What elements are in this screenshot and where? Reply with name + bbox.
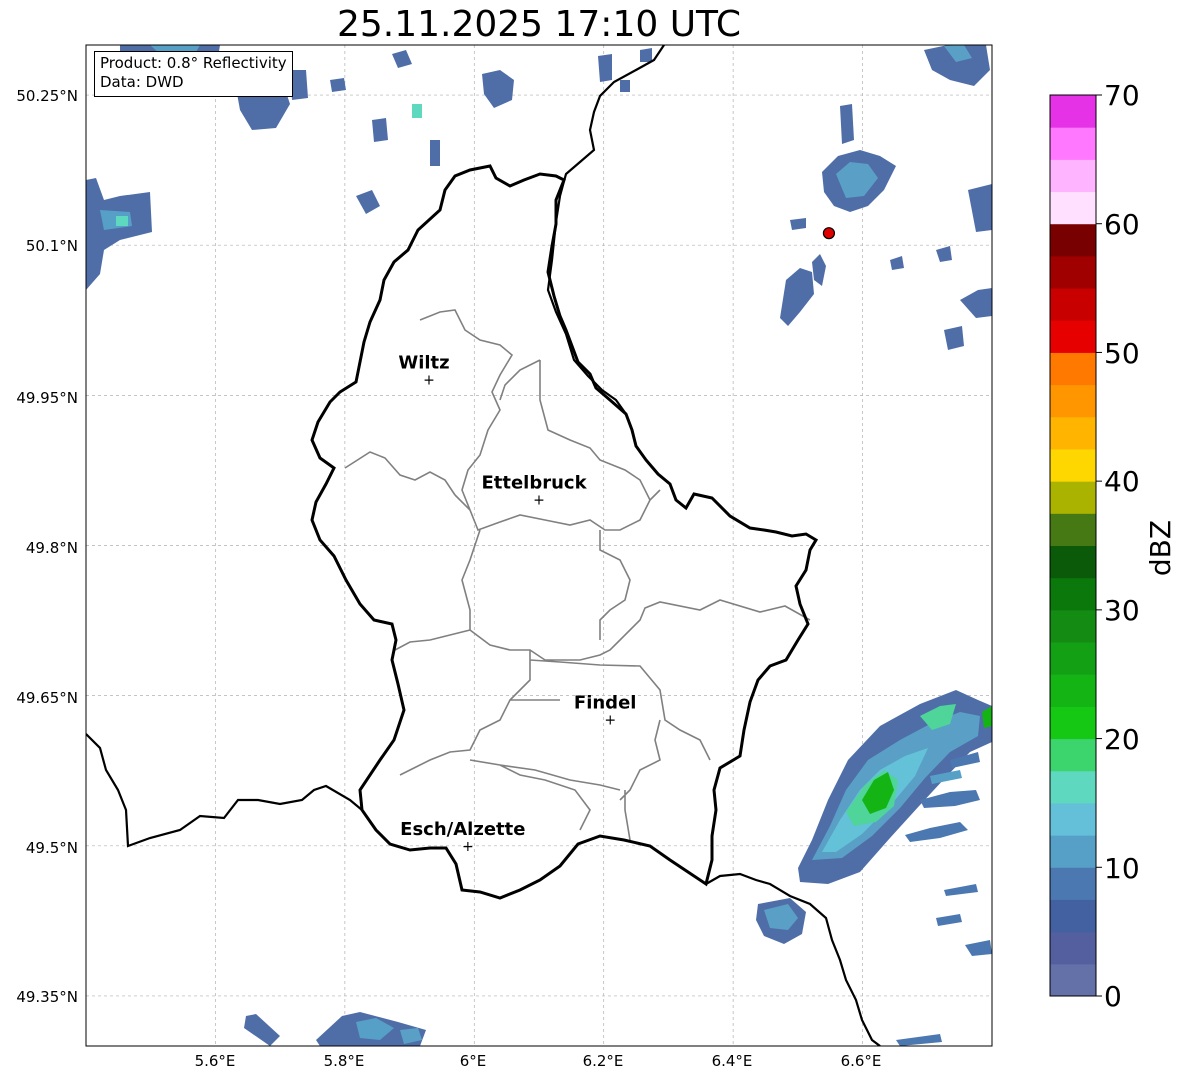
latitude-labels: 50.25°N 50.1°N 49.95°N 49.8°N 49.65°N 49… bbox=[16, 87, 78, 1006]
colorbar-swatch bbox=[1050, 127, 1096, 160]
colorbar-swatch bbox=[1050, 320, 1096, 353]
lon-label: 5.8°E bbox=[324, 1052, 365, 1070]
colorbar-swatch bbox=[1050, 223, 1096, 257]
colorbar-swatch bbox=[1050, 835, 1096, 868]
colorbar-swatch bbox=[1050, 609, 1096, 643]
colorbar-tick-label: 30 bbox=[1104, 594, 1140, 627]
colorbar-swatch bbox=[1050, 481, 1096, 514]
colorbar-tick-label: 70 bbox=[1104, 79, 1140, 112]
data-source-label: Data: DWD bbox=[100, 73, 184, 91]
colorbar-swatch bbox=[1050, 288, 1096, 321]
colorbar-swatch bbox=[1050, 384, 1096, 418]
colorbar-swatch bbox=[1050, 513, 1096, 546]
colorbar-tick-label: 60 bbox=[1104, 208, 1140, 241]
product-label: Product: 0.8° Reflectivity bbox=[100, 54, 287, 72]
colorbar-swatch bbox=[1050, 770, 1096, 804]
product-info-box: Product: 0.8° Reflectivity Data: DWD bbox=[94, 51, 293, 97]
colorbar-tick-label: 20 bbox=[1104, 723, 1140, 756]
colorbar-swatch bbox=[1050, 642, 1096, 675]
lat-label: 50.25°N bbox=[16, 87, 78, 105]
colorbar-swatch bbox=[1050, 95, 1096, 128]
city-marker-wiltz: + bbox=[423, 372, 435, 388]
colorbar-swatch bbox=[1050, 899, 1096, 933]
city-marker-ettelbruck: + bbox=[533, 492, 545, 508]
city-label-esch-alzette: Esch/Alzette bbox=[400, 819, 525, 840]
colorbar-swatch bbox=[1050, 674, 1096, 707]
colorbar-tick-label: 50 bbox=[1104, 337, 1140, 370]
colorbar-swatch bbox=[1050, 963, 1096, 997]
colorbar-title: dBZ bbox=[1144, 520, 1177, 576]
lon-label: 6°E bbox=[460, 1052, 487, 1070]
colorbar-swatch bbox=[1050, 577, 1096, 611]
city-marker-esch-alzette: + bbox=[462, 839, 474, 855]
city-marker-findel: + bbox=[604, 713, 616, 729]
lat-label: 49.65°N bbox=[16, 689, 78, 707]
colorbar-swatch bbox=[1050, 802, 1096, 836]
colorbar-swatch bbox=[1050, 159, 1096, 193]
lon-label: 6.4°E bbox=[712, 1052, 753, 1070]
colorbar-ticks: 0 10 20 30 40 50 60 70 bbox=[1096, 79, 1140, 1013]
colorbar-swatch bbox=[1050, 931, 1096, 965]
colorbar-swatch bbox=[1050, 706, 1096, 740]
colorbar-swatches bbox=[1050, 95, 1096, 997]
colorbar-swatch bbox=[1050, 448, 1096, 482]
map-panel: Wiltz + Ettelbruck + Findel + Esch/Alzet… bbox=[85, 44, 993, 1047]
lat-label: 49.35°N bbox=[16, 988, 78, 1006]
colorbar-swatch bbox=[1050, 255, 1096, 289]
city-label-wiltz: Wiltz bbox=[398, 352, 449, 373]
colorbar-swatch bbox=[1050, 191, 1096, 225]
lon-label: 6.2°E bbox=[583, 1052, 624, 1070]
colorbar-swatch bbox=[1050, 738, 1096, 772]
city-label-findel: Findel bbox=[574, 693, 637, 714]
lat-label: 50.1°N bbox=[26, 237, 78, 255]
colorbar-swatch bbox=[1050, 867, 1096, 900]
lon-label: 6.6°E bbox=[841, 1052, 882, 1070]
colorbar-swatch bbox=[1050, 416, 1096, 450]
lat-label: 49.5°N bbox=[26, 839, 78, 857]
colorbar-tick-label: 10 bbox=[1104, 852, 1140, 885]
colorbar: 0 10 20 30 40 50 60 70 dBZ bbox=[1049, 79, 1177, 1013]
lat-label: 49.95°N bbox=[16, 389, 78, 407]
radar-map-figure: Wiltz + Ettelbruck + Findel + Esch/Alzet… bbox=[16, 44, 1177, 1070]
longitude-labels: 5.6°E 5.8°E 6°E 6.2°E 6.4°E 6.6°E bbox=[195, 1052, 882, 1070]
lat-label: 49.8°N bbox=[26, 539, 78, 557]
lon-label: 5.6°E bbox=[195, 1052, 236, 1070]
colorbar-tick-label: 40 bbox=[1104, 465, 1140, 498]
colorbar-tick-label: 0 bbox=[1104, 980, 1122, 1013]
city-label-ettelbruck: Ettelbruck bbox=[481, 472, 587, 493]
colorbar-swatch bbox=[1050, 545, 1096, 579]
radar-site-marker bbox=[822, 227, 836, 240]
colorbar-swatch bbox=[1050, 352, 1096, 386]
